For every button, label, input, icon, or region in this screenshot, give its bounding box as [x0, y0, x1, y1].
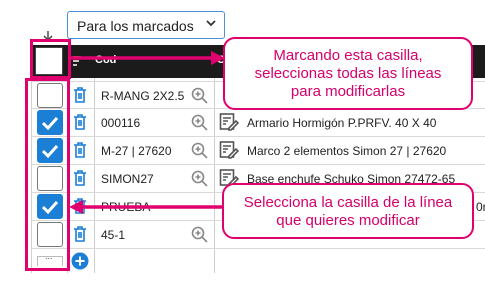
callout-select-all: Marcando esta casilla, seleccionas todas…	[223, 37, 473, 110]
row-code: M-27 | 27620	[101, 144, 172, 158]
row-desc: Marco 2 elementos Simon 27 | 27620	[247, 144, 447, 158]
row-code: R-MANG 2X2.5	[101, 89, 185, 103]
arrow-left-icon	[69, 200, 224, 214]
filter-dropdown[interactable]: Para los marcados	[67, 11, 225, 39]
row-code: SIMON27	[101, 172, 154, 186]
row-code: 000116	[101, 116, 141, 130]
trash-icon[interactable]	[72, 86, 88, 104]
row-code: 45-1	[101, 228, 126, 242]
zoom-in-icon[interactable]	[191, 226, 209, 244]
trash-icon[interactable]	[72, 169, 88, 187]
callout-top-line1: Marcando esta casilla,	[273, 47, 423, 64]
callout-select-row: Selecciona la casilla de la línea que qu…	[222, 183, 474, 239]
callout-bottom-line2: que quieres modificar	[276, 212, 420, 229]
arrow-right-icon	[70, 51, 225, 65]
callout-top-line2: seleccionas todas las líneas	[254, 65, 442, 82]
edit-icon[interactable]	[219, 140, 239, 160]
add-circle-icon[interactable]	[71, 252, 89, 270]
row-desc: Armario Hormigón P.PRFV. 40 X 40	[247, 116, 437, 130]
edit-icon[interactable]	[219, 112, 239, 132]
chevron-down-icon	[206, 20, 216, 27]
trash-icon[interactable]	[72, 141, 88, 159]
trash-icon[interactable]	[72, 113, 88, 131]
filter-dropdown-value: Para los marcados	[77, 18, 194, 34]
zoom-in-icon[interactable]	[191, 142, 209, 160]
row-desc: 0m,	[476, 200, 485, 214]
zoom-in-icon[interactable]	[191, 114, 209, 132]
callout-bottom-line1: Selecciona la casilla de la línea	[243, 194, 453, 211]
trash-icon[interactable]	[72, 225, 88, 243]
highlight-row-checkboxes	[25, 78, 70, 271]
zoom-in-icon[interactable]	[191, 87, 209, 105]
highlight-select-all	[30, 39, 71, 79]
callout-top-line3: para modificarlas	[290, 83, 406, 100]
zoom-in-icon[interactable]	[191, 170, 209, 188]
